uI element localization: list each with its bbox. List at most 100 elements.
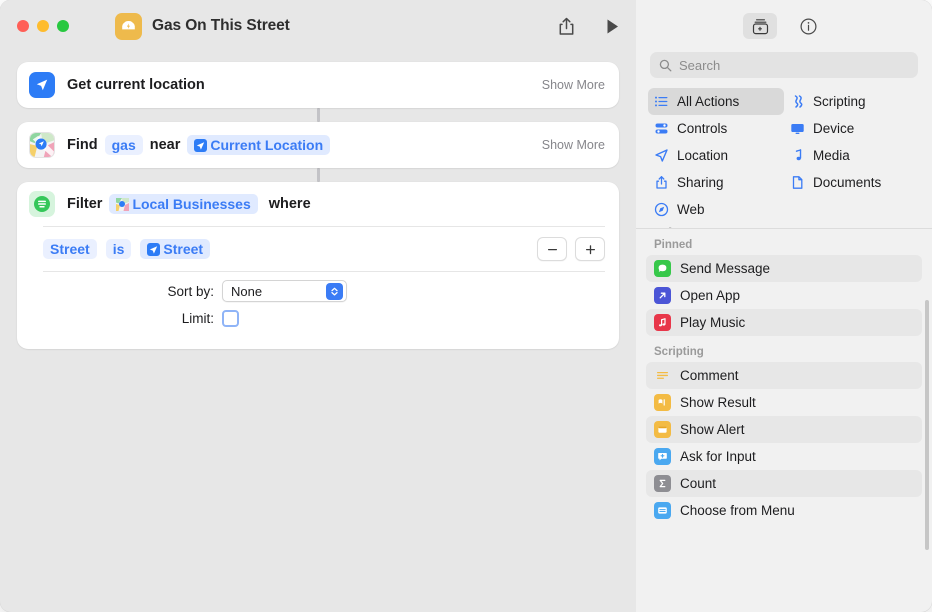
list-item-label: Count [680, 476, 717, 491]
action-card-find-nearby[interactable]: Find gas near Current Location Show More [17, 122, 619, 168]
category-web[interactable]: Web [648, 196, 784, 223]
category-all-actions[interactable]: All Actions [648, 88, 784, 115]
share-icon[interactable] [554, 14, 578, 38]
traffic-lights[interactable] [17, 20, 69, 32]
web-compass-icon [654, 202, 669, 217]
category-scripting[interactable]: Scripting [784, 88, 920, 115]
window-toolbar [554, 0, 624, 52]
share-icon [654, 175, 669, 190]
play-icon[interactable] [600, 14, 624, 38]
filter-subject-token[interactable]: Local Businesses [109, 194, 258, 214]
category-label: Sharing [677, 175, 724, 190]
condition-value-label: Street [163, 241, 204, 257]
sort-by-value: None [231, 283, 263, 299]
title-bar: Gas On This Street [0, 0, 636, 52]
editor-pane: Gas On This Street Get current location … [0, 0, 636, 612]
show-more-button[interactable]: Show More [542, 78, 605, 92]
action-preposition: near [149, 137, 181, 153]
action-library-pane: Search All Actions Scripting Controls De… [636, 0, 932, 612]
category-sharing[interactable]: Sharing [648, 169, 784, 196]
category-label: All Actions [677, 94, 740, 109]
list-item-label: Show Alert [680, 422, 745, 437]
filter-where: where [268, 196, 311, 212]
limit-row: Limit: [17, 310, 619, 327]
list-item[interactable]: Count [646, 470, 922, 497]
action-verb: Find [67, 137, 98, 153]
action-library-icon[interactable] [743, 13, 777, 39]
comment-lines-icon [654, 367, 671, 384]
device-icon [790, 121, 805, 136]
query-token[interactable]: gas [104, 135, 143, 155]
filter-subject-label: Local Businesses [132, 196, 251, 212]
condition-operator-token[interactable]: is [105, 239, 132, 259]
action-card-filter[interactable]: Filter Local Businesses where Street is … [17, 182, 619, 349]
category-documents[interactable]: Documents [784, 169, 920, 196]
category-location[interactable]: Location [648, 142, 784, 169]
remove-condition-button[interactable] [537, 237, 567, 261]
page-title: Gas On This Street [152, 17, 290, 34]
media-note-icon [790, 148, 805, 163]
list-item-label: Ask for Input [680, 449, 756, 464]
scripting-icon [790, 94, 805, 109]
limit-checkbox[interactable] [222, 310, 239, 327]
list-item[interactable]: Choose from Menu [646, 497, 922, 524]
library-scrollbar[interactable] [925, 300, 929, 550]
location-variable-token[interactable]: Current Location [187, 135, 331, 155]
list-item[interactable]: Send Message [646, 255, 922, 282]
location-arrow-badge-icon [194, 138, 208, 152]
category-scroll-pane[interactable]: All Actions Scripting Controls Device Lo… [636, 88, 932, 228]
filter-verb: Filter [67, 196, 103, 212]
action-connector [316, 108, 320, 122]
shortcuts-window: Gas On This Street Get current location … [0, 0, 932, 612]
list-item-label: Show Result [680, 395, 756, 410]
condition-value-token[interactable]: Street [140, 239, 211, 259]
category-label: Web [677, 202, 705, 217]
category-controls[interactable]: Controls [648, 115, 784, 142]
minimize-button[interactable] [37, 20, 49, 32]
street-variable-icon [147, 242, 161, 256]
show-alert-icon [654, 421, 671, 438]
show-more-button[interactable]: Show More [542, 138, 605, 152]
close-button[interactable] [17, 20, 29, 32]
category-label: Media [813, 148, 850, 163]
list-item[interactable]: Show Result [646, 389, 922, 416]
list-item-label: Send Message [680, 261, 771, 276]
list-icon [654, 94, 669, 109]
category-media[interactable]: Media [784, 142, 920, 169]
category-label: Documents [813, 175, 882, 190]
info-icon[interactable] [791, 13, 825, 39]
list-item[interactable]: Play Music [646, 309, 922, 336]
sort-by-select[interactable]: None [222, 280, 347, 302]
sort-by-label: Sort by: [167, 283, 214, 299]
condition-field-token[interactable]: Street [43, 239, 97, 259]
list-item[interactable]: Ask for Input [646, 443, 922, 470]
list-item[interactable]: Show Alert [646, 416, 922, 443]
filter-condition-row: Street is Street [17, 227, 619, 271]
menu-icon [654, 502, 671, 519]
action-card-get-location[interactable]: Get current location Show More [17, 62, 619, 108]
list-item-label: Choose from Menu [680, 503, 795, 518]
filter-icon [29, 191, 55, 217]
local-businesses-icon [116, 197, 130, 211]
zoom-button[interactable] [57, 20, 69, 32]
list-item[interactable]: Comment [646, 362, 922, 389]
search-icon [659, 59, 672, 72]
add-condition-button[interactable] [575, 237, 605, 261]
action-list[interactable]: Pinned Send Message Open App Play Music … [636, 229, 932, 612]
category-label: Device [813, 121, 855, 136]
search-field[interactable]: Search [650, 52, 918, 78]
show-result-icon [654, 394, 671, 411]
location-token-label: Current Location [210, 137, 324, 153]
open-app-icon [654, 287, 671, 304]
list-item-label: Play Music [680, 315, 746, 330]
library-toolbar [636, 0, 932, 52]
chevron-updown-icon[interactable] [326, 282, 343, 300]
category-device[interactable]: Device [784, 115, 920, 142]
ask-input-icon [654, 448, 671, 465]
location-arrow-icon [29, 72, 55, 98]
category-label: Location [677, 148, 729, 163]
apps-section-header: Apps [648, 223, 920, 228]
car-bolt-icon [115, 12, 142, 40]
list-item[interactable]: Open App [646, 282, 922, 309]
scripting-section-header: Scripting [654, 346, 704, 358]
